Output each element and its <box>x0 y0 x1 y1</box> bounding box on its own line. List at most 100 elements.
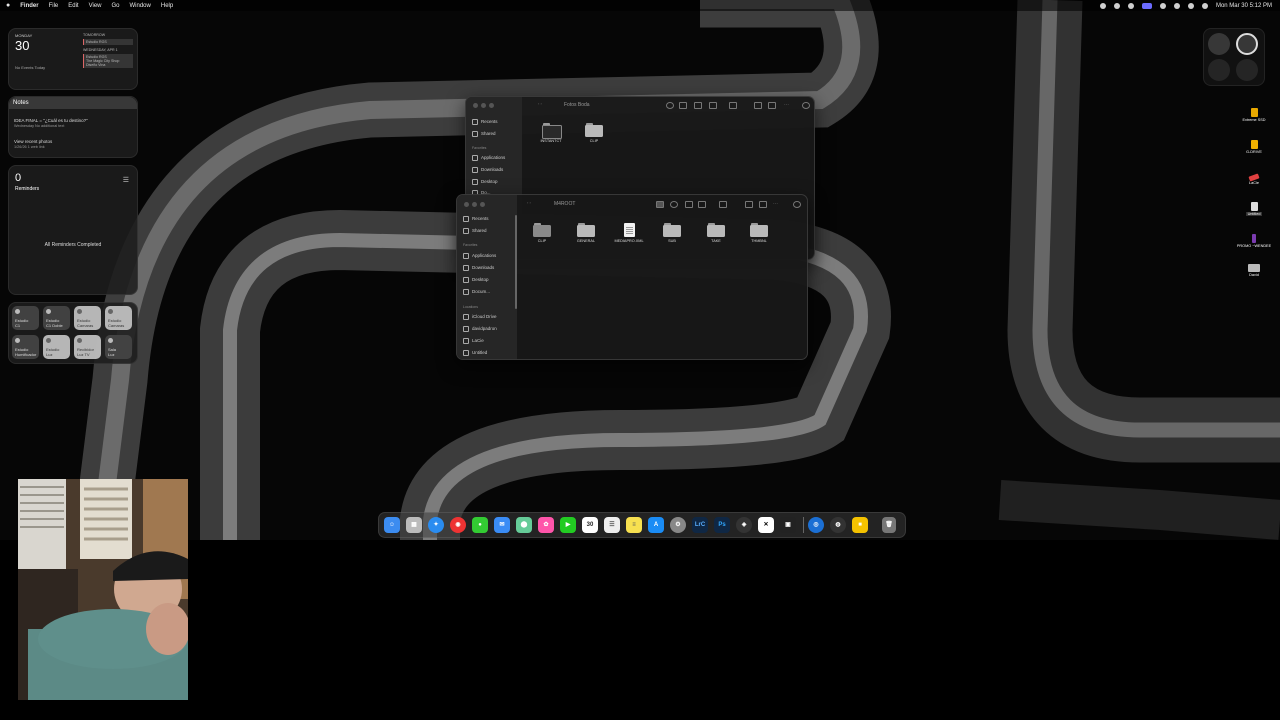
icon-view-icon[interactable] <box>656 201 664 208</box>
dock-notes-icon[interactable]: ≡ <box>626 517 642 533</box>
folder-item[interactable]: THMBNL <box>741 223 777 243</box>
folder-item[interactable]: SUB <box>654 223 690 243</box>
sidebar-item-shared[interactable]: Shared <box>472 131 496 137</box>
gallery-view-icon[interactable] <box>709 102 717 109</box>
folder-item[interactable]: CLIP <box>524 223 560 243</box>
sidebar-item-downloads[interactable]: Downloads <box>472 167 503 173</box>
home-tile[interactable]: Estudio Camaras <box>105 306 132 330</box>
finder-window-m4root[interactable]: ‹ › M4ROOT ⋯ Recents Shared Favorites Ap… <box>456 194 808 360</box>
folder-item[interactable]: TAKE <box>698 223 734 243</box>
desktop-drive-extreme-ssd[interactable]: Extreme SSD <box>1234 108 1274 122</box>
dock-reminders-icon[interactable]: ☰ <box>604 517 620 533</box>
status-icon[interactable] <box>1113 2 1120 9</box>
ring-control-icon[interactable] <box>1236 33 1258 55</box>
sidebar-item-recents[interactable]: Recents <box>472 119 498 125</box>
calendar-event[interactable]: Estudio RGS <box>83 39 133 45</box>
sidebar-item-desktop[interactable]: Desktop <box>463 277 489 283</box>
dock-final-cut-icon[interactable]: ▣ <box>780 517 796 533</box>
sidebar-scrollbar[interactable] <box>515 215 517 309</box>
status-icon[interactable] <box>1159 2 1166 9</box>
group-icon[interactable] <box>719 201 727 208</box>
dock-finder-icon[interactable]: ☺ <box>384 517 400 533</box>
dock-mail-icon[interactable]: ✉ <box>494 517 510 533</box>
dock-launchpad-icon[interactable]: ▦ <box>406 517 422 533</box>
list-view-icon[interactable] <box>679 102 687 109</box>
dock-facetime-icon[interactable]: ▶ <box>560 517 576 533</box>
column-view-icon[interactable] <box>685 201 693 208</box>
dock-app-store-icon[interactable]: A <box>648 517 664 533</box>
sidebar-item-icloud[interactable]: iCloud Drive <box>463 314 497 320</box>
home-tile[interactable]: Recibidor Luz TV <box>74 335 101 359</box>
list-view-icon[interactable] <box>670 201 678 208</box>
minimize-button[interactable] <box>481 103 486 108</box>
menu-window[interactable]: Window <box>130 3 151 9</box>
nav-arrows-icon[interactable]: ‹ › <box>538 101 542 106</box>
nav-arrows-icon[interactable]: ‹ › <box>527 200 531 205</box>
home-tile[interactable]: Estudio Camaras <box>74 306 101 330</box>
sidebar-item-shared[interactable]: Shared <box>463 228 487 234</box>
view-icon[interactable] <box>666 102 674 109</box>
status-icon[interactable] <box>1099 2 1106 9</box>
dock-calendar-icon[interactable]: 30 <box>582 517 598 533</box>
calendar-event[interactable]: Estudio RGS The Magic City Shop Diseño V… <box>83 54 133 68</box>
home-tile[interactable]: Estudio C1 Doble <box>43 306 70 330</box>
share-icon[interactable] <box>745 201 753 208</box>
close-button[interactable] <box>473 103 478 108</box>
dock-stickies-icon[interactable]: ■ <box>852 517 868 533</box>
calendar-widget[interactable]: MONDAY 30 No Events Today TOMORROW Estud… <box>8 28 138 90</box>
note-title[interactable]: IDEA FINAL = "¿Cuál es tu destino?" <box>14 118 88 123</box>
notes-widget[interactable]: Notes IDEA FINAL = "¿Cuál es tu destino?… <box>8 96 138 158</box>
apple-menu-icon[interactable]: ● <box>6 2 10 9</box>
menu-help[interactable]: Help <box>161 3 173 9</box>
desktop-drive-untitled[interactable]: Untitled <box>1234 202 1274 216</box>
dock-settings-icon[interactable]: ⚙ <box>670 517 686 533</box>
zoom-button[interactable] <box>489 103 494 108</box>
sidebar-item-desktop[interactable]: Desktop <box>472 179 498 185</box>
dock-safari-icon[interactable]: ✦ <box>428 517 444 533</box>
desktop-drive-g-drive[interactable]: G-DRIVE <box>1234 140 1274 154</box>
sidebar-item-applications[interactable]: Applications <box>472 155 505 161</box>
minimize-button[interactable] <box>472 202 477 207</box>
dock-trash-icon[interactable]: 🗑 <box>882 517 896 533</box>
search-icon[interactable] <box>802 102 810 109</box>
menu-view[interactable]: View <box>89 3 102 9</box>
home-tile[interactable]: Estudio C1 <box>12 306 39 330</box>
more-icon[interactable]: ⋯ <box>773 201 779 207</box>
search-icon[interactable] <box>1187 2 1194 9</box>
dock-lightroom-icon[interactable]: LrC <box>692 517 708 533</box>
wifi-icon[interactable] <box>1173 2 1180 9</box>
gallery-view-icon[interactable] <box>698 201 706 208</box>
dock-messages-icon[interactable]: ● <box>472 517 488 533</box>
home-tile[interactable]: Sala Luz <box>105 335 132 359</box>
folder-item[interactable]: INSTANTCT <box>533 123 569 143</box>
dock-activity-icon[interactable]: ◍ <box>830 517 846 533</box>
sidebar-item-home[interactable]: davidpadron <box>463 326 497 332</box>
dock-capcut-icon[interactable]: ✕ <box>758 517 774 533</box>
sidebar-item-untitled[interactable]: Untitled <box>463 350 487 356</box>
folder-item[interactable]: CLIP <box>576 123 612 143</box>
dock-photos-icon[interactable]: ✿ <box>538 517 554 533</box>
dock-vpn-icon[interactable]: ◎ <box>808 517 824 533</box>
tag-icon[interactable] <box>768 102 776 109</box>
sidebar-item-recents[interactable]: Recents <box>463 216 489 222</box>
status-icon[interactable] <box>1127 2 1134 9</box>
battery-icon[interactable] <box>1208 33 1230 55</box>
note-title[interactable]: View recent photos <box>14 139 52 144</box>
tag-icon[interactable] <box>759 201 767 208</box>
dock-photoshop-icon[interactable]: Ps <box>714 517 730 533</box>
close-button[interactable] <box>464 202 469 207</box>
menu-edit[interactable]: Edit <box>68 3 78 9</box>
control-center-icon[interactable] <box>1201 2 1208 9</box>
share-icon[interactable] <box>754 102 762 109</box>
search-icon[interactable] <box>793 201 801 208</box>
desktop-drive-lacie[interactable]: LaCie <box>1234 172 1274 185</box>
menu-file[interactable]: File <box>49 3 59 9</box>
desktop-file-promo[interactable]: PROMO ~WENDEE <box>1234 234 1274 248</box>
menu-go[interactable]: Go <box>112 3 120 9</box>
menu-app-finder[interactable]: Finder <box>20 3 38 9</box>
folder-item[interactable]: GENERAL <box>568 223 604 243</box>
dock-maps-icon[interactable]: ⬤ <box>516 517 532 533</box>
more-icon[interactable]: ⋯ <box>784 102 790 108</box>
dock-chrome-icon[interactable]: ◉ <box>450 517 466 533</box>
group-icon[interactable] <box>729 102 737 109</box>
